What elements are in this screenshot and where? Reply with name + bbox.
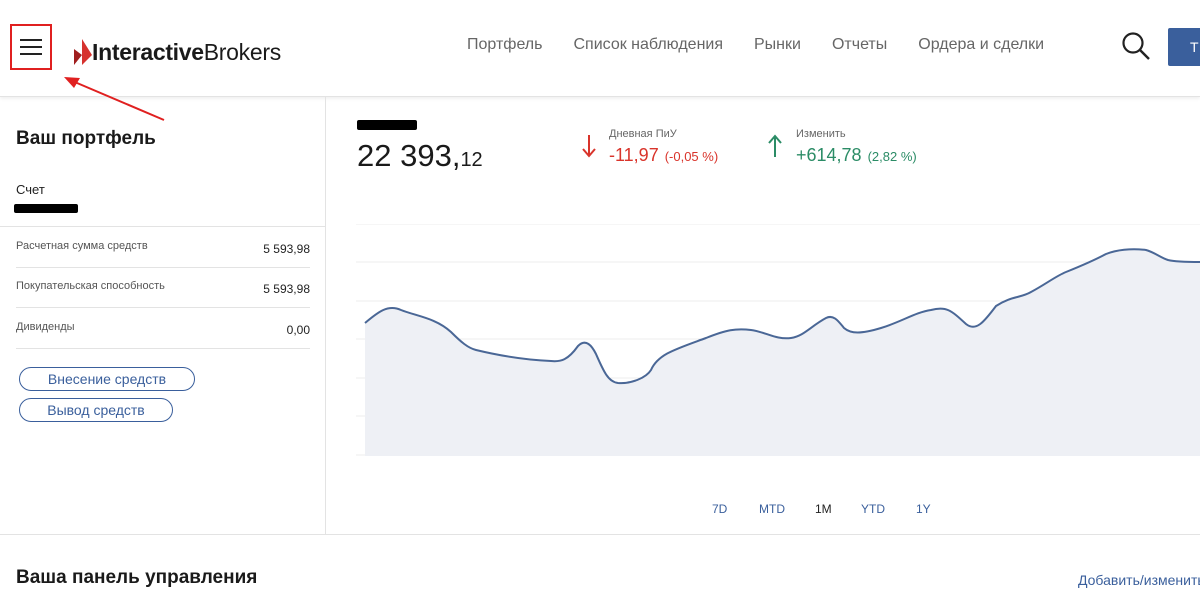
trade-button[interactable]: Т	[1168, 28, 1200, 66]
ib-logo-icon	[74, 39, 92, 65]
range-ytd[interactable]: YTD	[861, 502, 885, 516]
daily-pnl-label: Дневная ПиУ	[609, 128, 677, 140]
change-pct: (2,82 %)	[867, 149, 917, 164]
buying-power-value: 5 593,98	[263, 282, 310, 296]
value-cents: 12	[460, 149, 483, 171]
dashboard-edit-link[interactable]: Добавить/изменить	[1078, 572, 1200, 588]
settled-cash-value: 5 593,98	[263, 242, 310, 256]
arrow-up-icon	[768, 134, 782, 157]
portfolio-title: Ваш портфель	[16, 128, 156, 149]
nav-reports[interactable]: Отчеты	[832, 36, 887, 54]
daily-pnl-pct: (-0,05 %)	[664, 149, 719, 164]
arrow-down-icon	[582, 135, 596, 158]
dividends-row: Дивиденды 0,00	[16, 321, 310, 337]
deposit-button[interactable]: Внесение средств	[19, 367, 195, 391]
nav-orders-trades[interactable]: Ордера и сделки	[918, 36, 1044, 54]
portfolio-panel: Ваш портфель Счет Расчетная сумма средст…	[0, 96, 326, 534]
divider	[16, 348, 310, 349]
dividends-value: 0,00	[286, 323, 310, 337]
change-value: +614,78	[796, 145, 862, 165]
dividends-label: Дивиденды	[16, 321, 75, 333]
redacted-account-id	[14, 204, 78, 213]
change-value-line: +614,78 (2,82 %)	[796, 145, 917, 166]
daily-pnl-value-line: -11,97 (-0,05 %)	[609, 145, 718, 166]
top-header: InteractiveBrokers Портфель Список наблю…	[0, 0, 1200, 121]
main-nav: Портфель Список наблюдения Рынки Отчеты …	[467, 36, 1075, 54]
redacted-account-name	[357, 120, 417, 130]
dashboard-title: Ваша панель управления	[16, 567, 258, 588]
account-label: Счет	[16, 182, 45, 197]
settled-cash-label: Расчетная сумма средств	[16, 240, 148, 252]
withdraw-button[interactable]: Вывод средств	[19, 398, 173, 422]
ib-logo[interactable]: InteractiveBrokers	[72, 32, 281, 72]
nav-markets[interactable]: Рынки	[754, 36, 801, 54]
portfolio-value-chart[interactable]	[356, 224, 1200, 456]
daily-pnl-value: -11,97	[609, 145, 659, 165]
range-1m-active[interactable]: 1M	[815, 502, 832, 516]
search-icon[interactable]	[1121, 31, 1151, 61]
nav-portfolio[interactable]: Портфель	[467, 36, 542, 54]
menu-bar-icon	[20, 46, 42, 48]
daily-pnl: Дневная ПиУ -11,97 (-0,05 %)	[609, 128, 718, 166]
change-label: Изменить	[796, 128, 846, 140]
range-7d[interactable]: 7D	[712, 502, 727, 516]
settled-cash-row: Расчетная сумма средств 5 593,98	[16, 240, 310, 256]
range-1y[interactable]: 1Y	[916, 502, 931, 516]
buying-power-label: Покупательская способность	[16, 280, 165, 292]
logo-text: InteractiveBrokers	[92, 38, 281, 65]
divider	[0, 226, 325, 227]
menu-bar-icon	[20, 39, 42, 41]
change-metric: Изменить +614,78 (2,82 %)	[796, 128, 917, 166]
menu-bar-icon	[20, 53, 42, 55]
value-main: 22 393,	[357, 138, 461, 173]
hamburger-menu-button[interactable]	[10, 24, 52, 70]
divider	[16, 267, 310, 268]
divider	[0, 534, 1200, 535]
nav-watchlist[interactable]: Список наблюдения	[573, 36, 723, 54]
range-mtd[interactable]: MTD	[759, 502, 785, 516]
divider	[16, 307, 310, 308]
buying-power-row: Покупательская способность 5 593,98	[16, 280, 310, 296]
net-liquidation-value: 22 393,12	[357, 138, 483, 174]
